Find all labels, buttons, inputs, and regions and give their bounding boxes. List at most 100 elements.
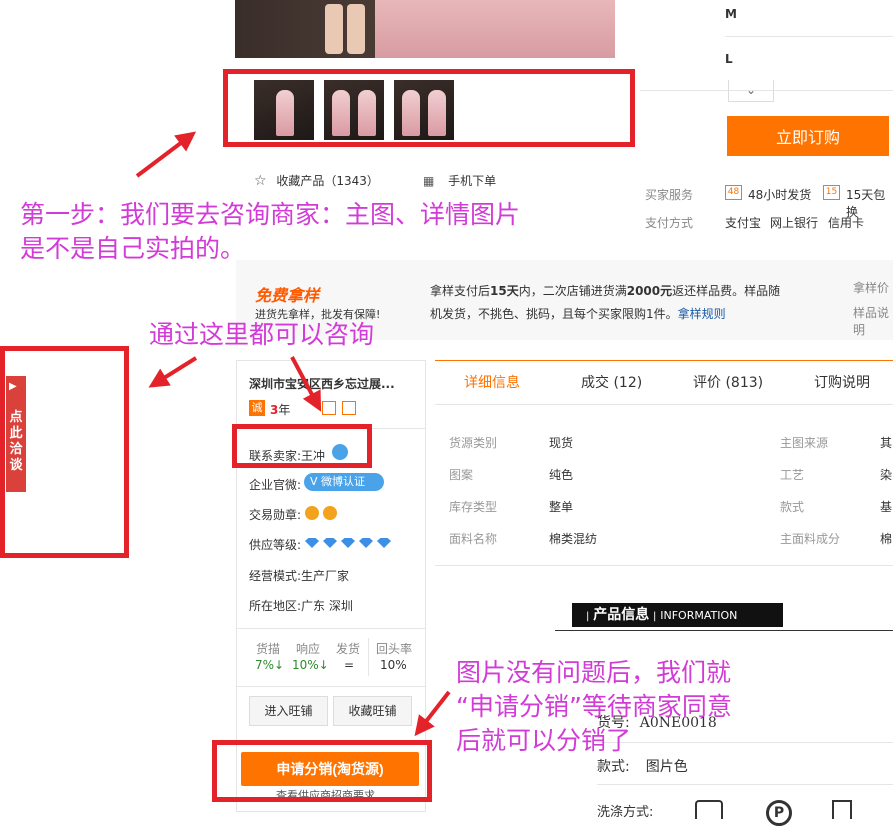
divider xyxy=(435,565,893,566)
wash-method: 洗涤方式: xyxy=(597,805,654,820)
item-style: 款式: 图片色 xyxy=(597,759,688,775)
annotation-step1-line1: 第一步：我们要去咨询商家：主图、详情图片 xyxy=(20,200,521,229)
highlight-side-chat xyxy=(0,346,129,558)
weibo-verified-badge[interactable]: V 微博认证 xyxy=(304,473,384,491)
stat-name: 响应 xyxy=(296,642,321,656)
attr-key: 货源类别 xyxy=(449,436,498,450)
business-mode: 经营模式:生产厂家 xyxy=(249,569,350,583)
divider xyxy=(725,36,893,37)
mobile-order[interactable]: ▦ 手机下单 xyxy=(423,172,496,189)
order-now-button[interactable]: 立即订购 xyxy=(727,116,889,156)
region: 所在地区:广东 深圳 xyxy=(249,599,353,613)
dress-hem xyxy=(375,0,615,58)
stat-value: 7%↓ xyxy=(255,658,285,672)
tab-transactions[interactable]: 成交 (12) xyxy=(581,372,642,392)
attr-key: 款式 xyxy=(780,500,805,514)
model-leg xyxy=(347,4,365,54)
medal-icons xyxy=(305,505,341,520)
attr-value: 染 xyxy=(880,468,893,482)
annotation-step1-line2: 是不是自己实拍的。 xyxy=(20,234,246,263)
stat-value: 10%↓ xyxy=(292,658,329,672)
attr-key: 图案 xyxy=(449,468,474,482)
stat-name: 货描 xyxy=(256,642,281,656)
stat-name: 回头率 xyxy=(376,642,413,656)
sample-rules-link[interactable]: 拿样规则 xyxy=(678,307,726,321)
stat-name: 发货 xyxy=(336,642,361,656)
favorite-product[interactable]: ☆ 收藏产品（1343） xyxy=(254,172,379,189)
tab-bar-bottom xyxy=(435,404,893,405)
product-info-rule xyxy=(555,630,893,631)
hand-wash-icon xyxy=(695,800,723,819)
exchange-15d-icon: 15 xyxy=(823,185,840,200)
arrow-to-side-chat xyxy=(150,356,198,388)
payment-credit: 信用卡 xyxy=(828,216,865,230)
attr-key: 库存类型 xyxy=(449,500,498,514)
sample-desc-label: 样品说明 xyxy=(853,306,890,337)
favorite-shop-button[interactable]: 收藏旺铺 xyxy=(333,696,412,726)
delivery-48h-icon: 48 xyxy=(725,185,742,200)
payment-alipay: 支付宝 xyxy=(725,216,762,230)
chevron-down-icon[interactable]: ⌄ xyxy=(728,80,774,102)
company-name[interactable]: 深圳市宝安区西乡忘过展... xyxy=(249,375,419,392)
highlight-apply xyxy=(212,740,432,802)
service-48h: 48小时发货 xyxy=(748,188,812,202)
divider xyxy=(368,638,369,676)
divider xyxy=(237,628,425,629)
attr-key: 面料名称 xyxy=(449,532,498,546)
annotation-apply-line2: “申请分销”等待商家同意 xyxy=(456,692,732,721)
dry-clean-p-icon: P xyxy=(766,800,792,826)
annotation-apply-line1: 图片没有问题后，我们就 xyxy=(456,658,732,687)
weibo-v-icon: V xyxy=(310,475,318,488)
favorite-label: 收藏产品（1343） xyxy=(276,174,379,188)
free-sample-badge: 免费拿样 xyxy=(255,286,320,305)
attr-value: 棉类混纺 xyxy=(549,532,598,546)
main-product-image xyxy=(235,0,615,58)
diamond-icon xyxy=(323,538,337,548)
annotation-consult: 通过这里都可以咨询 xyxy=(149,320,375,349)
model-leg xyxy=(325,4,343,54)
stat-value: 10% xyxy=(380,658,407,672)
free-sample-text-2: 机发货，不挑色、挑码，且每个买家限购1件。拿样规则 xyxy=(430,307,726,321)
star-icon: ☆ xyxy=(254,173,267,189)
buyer-service-label: 买家服务 xyxy=(645,188,694,202)
mobile-order-label: 手机下单 xyxy=(448,174,497,188)
medal-icon xyxy=(323,505,337,520)
supply-level-diamonds xyxy=(305,537,395,551)
cheng-badge: 诚 xyxy=(249,400,265,416)
tab-order-notes[interactable]: 订购说明 xyxy=(814,372,870,392)
sample-price-label: 拿样价 xyxy=(853,281,890,295)
payment-label: 支付方式 xyxy=(645,216,694,230)
attr-value: 纯色 xyxy=(549,468,574,482)
tab-bar-top xyxy=(435,360,893,361)
attr-value: 基 xyxy=(880,500,893,514)
divider xyxy=(597,784,893,785)
tab-details[interactable]: 详细信息 xyxy=(464,372,520,392)
qrcode-icon: ▦ xyxy=(423,174,435,188)
attr-value: 整单 xyxy=(549,500,574,514)
attr-key: 工艺 xyxy=(780,468,805,482)
divider xyxy=(237,686,425,687)
product-info-header: | 产品信息 | INFORMATION xyxy=(572,603,783,627)
attr-value: 现货 xyxy=(549,436,574,450)
attr-value: 棉 xyxy=(880,532,893,546)
report-icon xyxy=(342,401,356,415)
weibo-label: 企业官微: xyxy=(249,478,302,492)
payment-bank: 网上银行 xyxy=(770,216,819,230)
medal-icon xyxy=(305,505,319,520)
member-years: 3年 xyxy=(270,403,291,417)
size-option-l[interactable]: L xyxy=(725,52,733,66)
diamond-icon xyxy=(359,538,373,548)
stat-value: = xyxy=(344,658,355,672)
level-label: 供应等级: xyxy=(249,538,302,552)
diamond-icon xyxy=(377,538,391,548)
tab-reviews[interactable]: 评价 (813) xyxy=(693,372,763,392)
arrow-to-thumbnails xyxy=(135,132,195,178)
enter-shop-button[interactable]: 进入旺铺 xyxy=(249,696,328,726)
attr-value: 其 xyxy=(880,436,893,450)
no-tumble-dry-icon xyxy=(832,800,852,819)
annotation-apply-line3: 后就可以分销了 xyxy=(456,726,632,755)
medal-label: 交易勋章: xyxy=(249,508,302,522)
size-option-m[interactable]: M xyxy=(725,7,737,21)
diamond-icon xyxy=(341,538,355,548)
highlight-contact xyxy=(232,424,372,468)
